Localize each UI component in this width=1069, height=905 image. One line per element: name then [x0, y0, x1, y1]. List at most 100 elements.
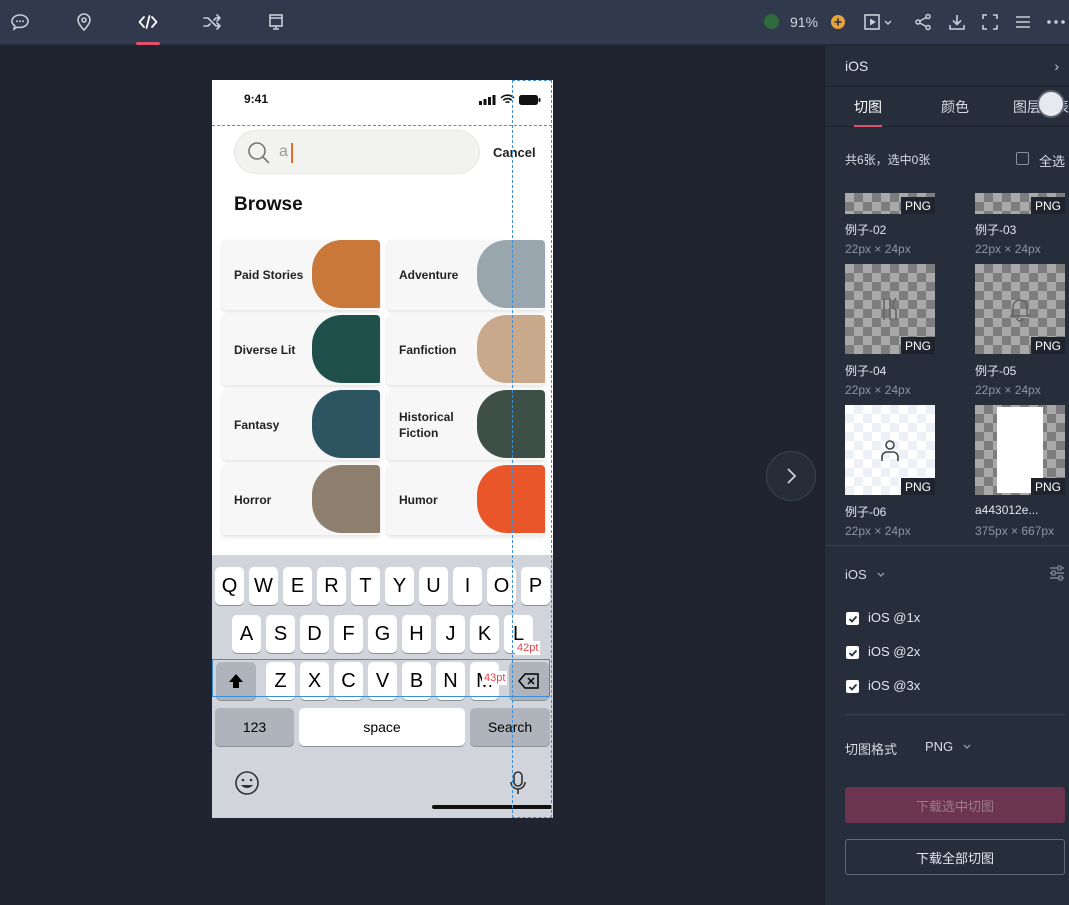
tile-illustration	[312, 240, 380, 308]
key-a[interactable]: A	[232, 615, 261, 653]
tile-label: Historical Fiction	[399, 410, 454, 440]
asset-name: 例子-05	[975, 364, 1017, 378]
scale-3x-checkbox[interactable]	[846, 680, 859, 693]
select-all-label[interactable]: 全选	[1039, 151, 1065, 170]
asset-name: 例子-02	[845, 223, 887, 237]
scale-1x-label[interactable]: iOS @1x	[868, 610, 920, 625]
key-i[interactable]: I	[453, 567, 482, 605]
measure-height-label: 42pt	[515, 641, 541, 655]
tab-colors[interactable]: 颜色	[941, 97, 969, 117]
search-icon	[248, 142, 270, 164]
asset-thumbnail[interactable]: PNG	[975, 405, 1065, 495]
page-title: Browse	[234, 194, 303, 215]
scale-2x-label[interactable]: iOS @2x	[868, 644, 920, 659]
asset-name: 例子-03	[975, 223, 1017, 237]
format-badge: PNG	[1030, 478, 1065, 495]
key-f[interactable]: F	[334, 615, 363, 653]
asset-thumbnail[interactable]: PNG	[845, 405, 935, 495]
tile-label: Fantasy	[234, 418, 280, 432]
chevron-right-icon[interactable]: ›	[1054, 58, 1059, 74]
asset-thumbnail[interactable]: PNG	[845, 193, 935, 214]
key-u[interactable]: U	[419, 567, 448, 605]
emoji-icon[interactable]	[234, 770, 260, 796]
key-k[interactable]: K	[470, 615, 499, 653]
measure-width-label: 43pt	[482, 671, 508, 685]
category-tile[interactable]: Fantasy	[222, 390, 380, 460]
frame-icon[interactable]	[262, 8, 290, 36]
zoom-level[interactable]: 91%	[790, 14, 818, 30]
chevron-down-icon[interactable]	[876, 571, 886, 579]
search-input[interactable]: a	[234, 130, 480, 174]
chevron-right-icon	[787, 468, 797, 484]
platform-title[interactable]: iOS	[845, 58, 868, 74]
asset-size: 22px × 24px	[845, 524, 911, 538]
download-icon[interactable]	[943, 8, 971, 36]
asset-name: a443012e...	[975, 503, 1039, 517]
tile-label: Humor	[399, 493, 438, 507]
key-r[interactable]: R	[317, 567, 346, 605]
play-icon[interactable]	[858, 8, 898, 36]
comment-icon[interactable]	[6, 8, 34, 36]
tile-label: Adventure	[399, 268, 459, 282]
asset-size: 22px × 24px	[975, 383, 1041, 397]
next-artboard-button[interactable]	[766, 451, 816, 501]
asset-thumbnail[interactable]: PNG	[975, 264, 1065, 354]
chevron-down-icon[interactable]	[962, 743, 972, 751]
scale-1x-checkbox[interactable]	[846, 612, 859, 625]
category-tile[interactable]: Horror	[222, 465, 380, 535]
key-t[interactable]: T	[351, 567, 380, 605]
divider	[845, 714, 1065, 715]
asset-thumbnail[interactable]: PNG	[975, 193, 1065, 214]
key-s[interactable]: S	[266, 615, 295, 653]
collapse-panel-button[interactable]	[1037, 90, 1065, 118]
format-label: 切图格式	[845, 742, 898, 757]
utensils-icon	[883, 297, 897, 320]
key-g[interactable]: G	[368, 615, 397, 653]
share-icon[interactable]	[909, 8, 937, 36]
export-platform-select[interactable]: iOS	[845, 567, 867, 582]
scale-2x-checkbox[interactable]	[846, 646, 859, 659]
asset-name: 例子-06	[845, 505, 887, 519]
text-cursor	[291, 143, 293, 163]
active-tab-indicator	[136, 42, 160, 45]
user-icon	[881, 440, 899, 461]
add-circle-icon[interactable]	[824, 8, 852, 36]
slice-count: 共6张，选中0张	[845, 153, 931, 167]
key-e[interactable]: E	[283, 567, 312, 605]
tile-label: Diverse Lit	[234, 343, 296, 357]
shuffle-icon[interactable]	[198, 8, 226, 36]
format-badge: PNG	[1030, 197, 1065, 214]
key-y[interactable]: Y	[385, 567, 414, 605]
select-all-checkbox[interactable]	[1016, 152, 1029, 165]
status-time: 9:41	[244, 92, 269, 106]
tab-slices[interactable]: 切图	[854, 97, 882, 117]
guide-line-horizontal	[212, 125, 552, 126]
download-all-button[interactable]: 下载全部切图	[845, 839, 1065, 875]
panel-tabs: 切图 颜色 图层列表	[825, 86, 1069, 127]
key-w[interactable]: W	[249, 567, 278, 605]
code-icon[interactable]	[134, 8, 162, 36]
asset-size: 22px × 24px	[845, 242, 911, 256]
phone-artboard[interactable]: 9:41 a Cancel Browse Paid Stories Advent…	[212, 80, 553, 818]
more-icon[interactable]	[1042, 8, 1069, 36]
key-j[interactable]: J	[436, 615, 465, 653]
fullscreen-icon[interactable]	[976, 8, 1004, 36]
menu-icon[interactable]	[1009, 8, 1037, 36]
signal-icon	[479, 94, 496, 105]
key-d[interactable]: D	[300, 615, 329, 653]
key-q[interactable]: Q	[215, 567, 244, 605]
space-key[interactable]: space	[299, 708, 465, 746]
divider	[825, 545, 1069, 546]
category-tile[interactable]: Diverse Lit	[222, 315, 380, 385]
location-pin-icon[interactable]	[70, 8, 98, 36]
key-h[interactable]: H	[402, 615, 431, 653]
tile-illustration	[312, 465, 380, 533]
settings-sliders-icon[interactable]	[1049, 565, 1065, 581]
asset-thumbnail[interactable]: PNG	[845, 264, 935, 354]
category-tile[interactable]: Paid Stories	[222, 240, 380, 310]
format-select[interactable]: PNG	[925, 739, 953, 754]
download-selected-button[interactable]: 下载选中切图	[845, 787, 1065, 823]
status-dot	[764, 14, 779, 29]
scale-3x-label[interactable]: iOS @3x	[868, 678, 920, 693]
numbers-key[interactable]: 123	[215, 708, 294, 746]
